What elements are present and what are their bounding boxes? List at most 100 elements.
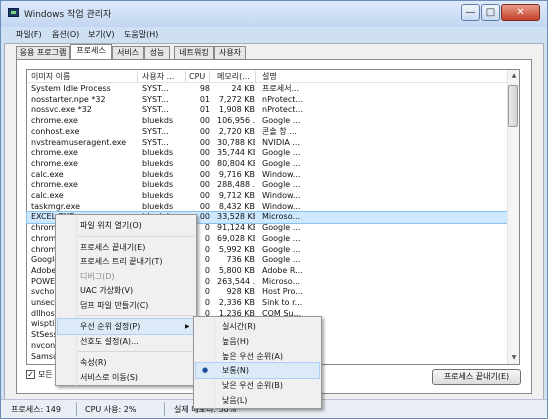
process-row[interactable]: nosstarter.npe *32 SYST... 01 7,272 KB nProt… (27, 95, 507, 106)
user-name-cell: bluekds (142, 191, 174, 200)
context-menu-item[interactable]: 프로세스 끝내기(E) (58, 240, 194, 255)
scroll-down-arrow[interactable]: ▼ (508, 352, 520, 364)
context-menu-item[interactable]: 속성(R) (58, 355, 194, 370)
column-divider[interactable] (185, 71, 186, 82)
process-row[interactable]: chrome.exe bluekds 00 106,956 ... Google ... (27, 116, 507, 127)
menu-help[interactable]: 도움말(H) (124, 28, 158, 42)
minimize-button[interactable]: — (461, 4, 480, 21)
image-name-cell: System Idle Process (31, 84, 111, 93)
cpu-cell: 00 (199, 169, 210, 179)
context-menu-item[interactable]: 덤프 파일 만들기(C) (58, 298, 194, 313)
cpu-cell: 00 (199, 137, 210, 147)
description-cell: Google ... (262, 223, 301, 233)
scroll-up-arrow[interactable]: ▲ (508, 70, 520, 82)
priority-option[interactable]: 낮음(L) (196, 393, 319, 408)
memory-cell: 1,908 KB (218, 105, 255, 115)
process-row[interactable]: conhost.exe SYST... 00 2,720 KB 콘솔 창 ... (27, 127, 507, 138)
priority-option-label: 실시간(R) (222, 322, 256, 331)
column-image-name[interactable]: 이미지 이름 (31, 70, 70, 83)
process-row[interactable]: nvstreamuseragent.exe SYST... 00 30,788 KB N… (27, 138, 507, 149)
column-divider[interactable] (137, 71, 138, 82)
description-cell: Adobe R... (262, 265, 303, 275)
cpu-cell: 00 (199, 126, 210, 136)
tab-services[interactable]: 서비스 (112, 46, 144, 59)
process-row[interactable]: System Idle Process SYST... 98 24 KB 프로세서... (27, 84, 507, 95)
user-name-cell: bluekds (142, 158, 174, 168)
show-all-users-checkbox[interactable]: ✓ (26, 370, 35, 379)
memory-cell: 30,788 KB (217, 137, 255, 147)
context-menu-item[interactable]: 프로세스 트리 끝내기(T) (58, 254, 194, 269)
user-name-cell: SYST... (142, 137, 169, 147)
context-menu-item-label: 서비스로 이동(S) (80, 372, 139, 382)
memory-cell: 263,544 ... (217, 276, 255, 286)
priority-option[interactable]: 낮은 우선 순위(B) (196, 378, 319, 393)
user-name-cell: bluekds (142, 180, 174, 190)
menu-file[interactable]: 파일(F) (16, 28, 42, 42)
description-cell: 프로세서... (262, 84, 300, 93)
show-all-users-label[interactable]: 모든 (38, 369, 53, 380)
close-button[interactable]: ✕ (501, 4, 540, 21)
tab-performance[interactable]: 성능 (144, 46, 170, 59)
context-menu-item-label: 디버그(D) (80, 271, 115, 281)
process-row[interactable]: calc.exe bluekds 00 9,712 KB Window... (27, 191, 507, 202)
scrollbar-thumb[interactable] (508, 85, 518, 127)
user-name-cell: bluekds (142, 169, 174, 179)
priority-option[interactable]: 높은 우선 순위(A) (196, 349, 319, 364)
column-cpu[interactable]: CPU (189, 70, 205, 83)
column-user-name[interactable]: 사용자 ... (142, 70, 174, 83)
context-menu-item-label: 우선 순위 설정(P) (80, 322, 141, 331)
cpu-cell: 00 (199, 148, 210, 158)
tab-networking[interactable]: 네트워킹 (174, 46, 214, 59)
memory-cell: 106,956 ... (217, 116, 255, 126)
process-row[interactable]: chrome.exe bluekds 00 288,488 ... Google ... (27, 180, 507, 191)
description-cell: Google ... (262, 148, 301, 158)
menu-options[interactable]: 옵션(O) (52, 28, 79, 42)
context-menu-item[interactable]: 우선 순위 설정(P) ▶ (57, 318, 195, 335)
priority-option-label: 낮음(L) (222, 396, 248, 405)
context-menu-item[interactable]: 디버그(D) (58, 269, 194, 284)
menu-view[interactable]: 보기(V) (88, 28, 114, 42)
memory-cell: 928 KB (226, 287, 255, 297)
user-name-cell: SYST... (142, 105, 169, 115)
menu-bar: 파일(F) 옵션(O) 보기(V) 도움말(H) (4, 28, 544, 42)
tab-users[interactable]: 사용자 (214, 46, 246, 59)
context-menu-item-label: 프로세스 트리 끝내기(T) (80, 257, 163, 266)
column-divider[interactable] (255, 71, 256, 82)
context-menu-item-label: 파일 위치 열기(O) (80, 221, 142, 230)
user-name-cell: bluekds (142, 148, 174, 158)
process-row[interactable]: calc.exe bluekds 00 9,716 KB Window... (27, 170, 507, 181)
user-name-cell: SYST... (142, 126, 169, 136)
cpu-cell: 98 (199, 84, 210, 93)
description-cell: Microso... (262, 276, 301, 286)
tab-processes[interactable]: 프로세스 (70, 44, 112, 60)
cpu-cell: 00 (199, 116, 210, 126)
priority-option[interactable]: 높음(H) (196, 334, 319, 349)
cpu-cell: 01 (199, 105, 210, 115)
context-menu-item[interactable]: 서비스로 이동(S) (58, 370, 194, 385)
column-divider[interactable] (209, 71, 210, 82)
end-process-button[interactable]: 프로세스 끝내기(E) (432, 369, 521, 385)
process-row[interactable]: chrome.exe bluekds 00 80,804 KB Google ... (27, 159, 507, 170)
column-memory[interactable]: 메모리(... (217, 70, 250, 83)
context-menu-item[interactable]: UAC 가상화(V) (58, 283, 194, 298)
user-name-cell: SYST... (142, 84, 169, 93)
memory-cell: 80,804 KB (217, 158, 255, 168)
priority-option[interactable]: ● 보통(N) (195, 362, 320, 380)
priority-option-label: 높음(H) (222, 336, 249, 346)
process-row[interactable]: taskmgr.exe bluekds 00 8,432 KB Window... (27, 202, 507, 213)
status-divider (164, 402, 165, 416)
column-description[interactable]: 설명 (262, 70, 277, 83)
context-menu-item[interactable]: 선호도 설정(A)... (58, 334, 194, 349)
process-row[interactable]: chrome.exe bluekds 00 35,744 KB Google ... (27, 148, 507, 159)
process-row[interactable]: nossvc.exe *32 SYST... 01 1,908 KB nProtect.… (27, 105, 507, 116)
priority-submenu: 실시간(R) 높음(H) 높은 우선 순위(A) ● 보통(N) 낮은 우선 순위(B) 낮… (193, 316, 322, 409)
process-context-menu: 파일 위치 열기(O) 프로세스 끝내기(E) 프로세스 트리 끝내기(T) 디버그(… (55, 214, 197, 386)
priority-option[interactable]: 실시간(R) (196, 319, 319, 334)
memory-cell: 736 KB (226, 255, 255, 265)
context-menu-item[interactable]: 파일 위치 열기(O) (58, 218, 194, 233)
process-list-header: 이미지 이름 사용자 ... CPU 메모리(... 설명 (27, 70, 507, 83)
cpu-cell: 00 (199, 201, 210, 211)
maximize-button[interactable]: □ (481, 4, 500, 21)
memory-cell: 24 KB (231, 84, 255, 93)
tab-applications[interactable]: 응용 프로그램 (16, 46, 70, 59)
